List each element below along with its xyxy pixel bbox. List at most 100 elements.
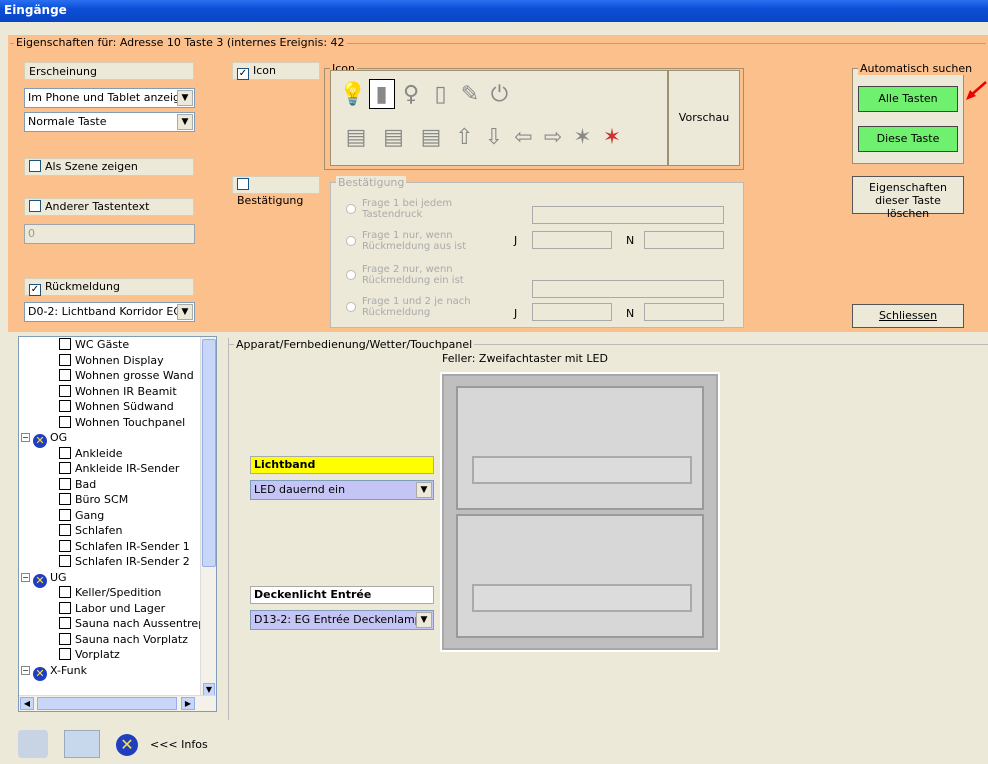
radio-option-2[interactable]: Frage 1 nur, wenn Rückmeldung aus ist [346,230,486,252]
bulb-icon[interactable]: 💡 [339,80,366,110]
tree-node[interactable]: − ✕ UG [21,570,201,588]
tree-horizontal-scrollbar[interactable]: ◀ ▶ [19,695,216,711]
checkbox-box[interactable] [29,200,41,212]
key1-select[interactable]: LED dauernd ein ▼ [250,480,434,500]
chevron-down-icon[interactable]: ▼ [416,612,432,628]
als-szene-checkbox[interactable]: Als Szene zeigen [24,158,194,176]
person-running-icon[interactable]: ✶ [570,123,596,153]
j-input-2[interactable] [532,303,612,321]
anderer-tastentext-label: Anderer Tastentext [45,200,150,213]
device-name: Feller: Zweifachtaster mit LED [442,352,608,365]
bestaetigung-checkbox[interactable]: Bestätigung [232,176,320,207]
tree-leaf[interactable]: Schlafen [21,523,201,539]
collapse-icon[interactable]: − [21,665,30,675]
blind-down-icon[interactable]: ▤ [414,123,448,153]
radio-option-4[interactable]: Frage 1 und 2 je nach Rückmeldung [346,296,486,318]
scroll-thumb[interactable] [202,339,216,567]
tree-leaf[interactable]: Gang [21,508,201,524]
tree-leaf[interactable]: Büro SCM [21,492,201,508]
tree-leaf[interactable]: Wohnen Touchpanel [21,415,201,431]
lamp-icon[interactable]: ♀ [398,80,424,110]
anderer-tastentext-input[interactable]: 0 [24,224,195,244]
checkbox-box[interactable] [237,178,249,190]
tree-label: Sauna nach Aussentrep [75,617,206,630]
arrow-down-icon[interactable]: ⇩ [481,123,507,153]
check-icon[interactable]: ✓ [29,284,41,296]
radio-icon[interactable] [346,302,356,312]
properties-legend: Eigenschaften für: Adresse 10 Taste 3 (i… [14,36,347,50]
tree-leaf[interactable]: Labor und Lager [21,601,201,617]
device-icon[interactable] [18,730,48,758]
arrow-up-icon[interactable]: ⇧ [452,123,478,153]
radio-option-1[interactable]: Frage 1 bei jedem Tastendruck [346,198,486,220]
erscheinung-select[interactable]: Im Phone und Tablet anzeig ▼ [24,88,195,108]
blind-stop-icon[interactable]: ▤ [377,123,411,153]
tree-leaf[interactable]: Ankleide [21,446,201,462]
collapse-icon[interactable]: − [21,433,30,442]
scroll-left-icon[interactable]: ◀ [20,697,34,710]
key2-select[interactable]: D13-2: EG Entrée Deckenlampe ▼ [250,610,434,630]
tree-node[interactable]: − ✕ OG [21,430,201,448]
panel-view-icon[interactable] [64,730,100,758]
radio-3-label: Frage 2 nur, wenn Rückmeldung ein ist [362,264,464,286]
frage2-input[interactable] [532,280,724,298]
tree-leaf[interactable]: Sauna nach Vorplatz [21,632,201,648]
tree-leaf[interactable]: Wohnen Display [21,353,201,369]
arrow-right-icon[interactable]: ⇨ [540,123,566,153]
power-icon[interactable]: ⏻ [487,80,513,110]
arrow-left-icon[interactable]: ⇦ [511,123,537,153]
tree-label: Ankleide [75,446,123,460]
diese-taste-button[interactable]: Diese Taste [858,126,958,152]
tree-vertical-scrollbar[interactable]: ▼ [200,337,216,697]
schliessen-button[interactable]: Schliessen [852,304,964,328]
pencil-icon[interactable]: ✎ [457,80,483,110]
frage1-input[interactable] [532,206,724,224]
tree-label: Keller/Spedition [75,586,162,599]
rocker-top[interactable] [456,386,704,510]
blind-up-icon[interactable]: ▤ [339,123,373,153]
tree-node[interactable]: − ✕ X-Funk [21,663,201,681]
tree-leaf[interactable]: Keller/Spedition [21,585,201,601]
tree-label: Labor und Lager [75,601,166,615]
collapse-icon[interactable]: − [21,572,30,582]
person-alarm-icon[interactable]: ✶ [599,123,625,153]
tree-leaf[interactable]: Bad [21,477,201,493]
infos-link[interactable]: <<< Infos [150,738,208,751]
scroll-right-icon[interactable]: ▶ [181,697,195,710]
x-node-icon[interactable]: ✕ [116,734,138,756]
radio-icon[interactable] [346,270,356,280]
tree-leaf[interactable]: Schlafen IR-Sender 1 [21,539,201,555]
rueckmeldung-checkbox[interactable]: ✓ Rückmeldung [24,278,194,296]
tree-leaf[interactable]: Vorplatz [21,647,201,663]
rueckmeldung-select[interactable]: D0-2: Lichtband Korridor EG ▼ [24,302,195,322]
eigenschaften-loeschen-button[interactable]: Eigenschaften dieser Taste löschen [852,176,964,220]
check-icon[interactable]: ✓ [237,68,249,80]
tree-leaf[interactable]: Sauna nach Aussentrep [21,616,205,632]
tree-leaf[interactable]: Ankleide IR-Sender [21,461,201,477]
alle-tasten-button[interactable]: Alle Tasten [858,86,958,112]
x-node-icon: ✕ [33,434,47,448]
tree-leaf[interactable]: Schlafen IR-Sender 2 [21,554,201,570]
radio-icon[interactable] [346,236,356,246]
n-input-2[interactable] [644,303,724,321]
tube-icon[interactable]: ▯ [428,80,454,110]
hscroll-thumb[interactable] [37,697,177,710]
chevron-down-icon[interactable]: ▼ [416,482,432,498]
checkbox-box[interactable] [29,160,41,172]
n-input-1[interactable] [644,231,724,249]
j-input-1[interactable] [532,231,612,249]
icon-checkbox[interactable]: ✓ Icon [232,62,320,80]
tree-leaf[interactable]: WC Gäste [21,337,201,353]
radio-icon[interactable] [346,204,356,214]
radio-option-3[interactable]: Frage 2 nur, wenn Rückmeldung ein ist [346,264,486,286]
bulb-selected-icon[interactable]: ▮ [368,79,395,109]
anderer-tastentext-checkbox[interactable]: Anderer Tastentext [24,198,194,216]
chevron-down-icon[interactable]: ▼ [177,304,193,320]
rocker-bottom[interactable] [456,514,704,638]
tastenart-select[interactable]: Normale Taste ▼ [24,112,195,132]
tree-leaf[interactable]: Wohnen grosse Wand [21,368,201,384]
chevron-down-icon[interactable]: ▼ [177,90,193,106]
tree-leaf[interactable]: Wohnen Südwand [21,399,201,415]
chevron-down-icon[interactable]: ▼ [177,114,193,130]
tree-leaf[interactable]: Wohnen IR Beamit [21,384,201,400]
